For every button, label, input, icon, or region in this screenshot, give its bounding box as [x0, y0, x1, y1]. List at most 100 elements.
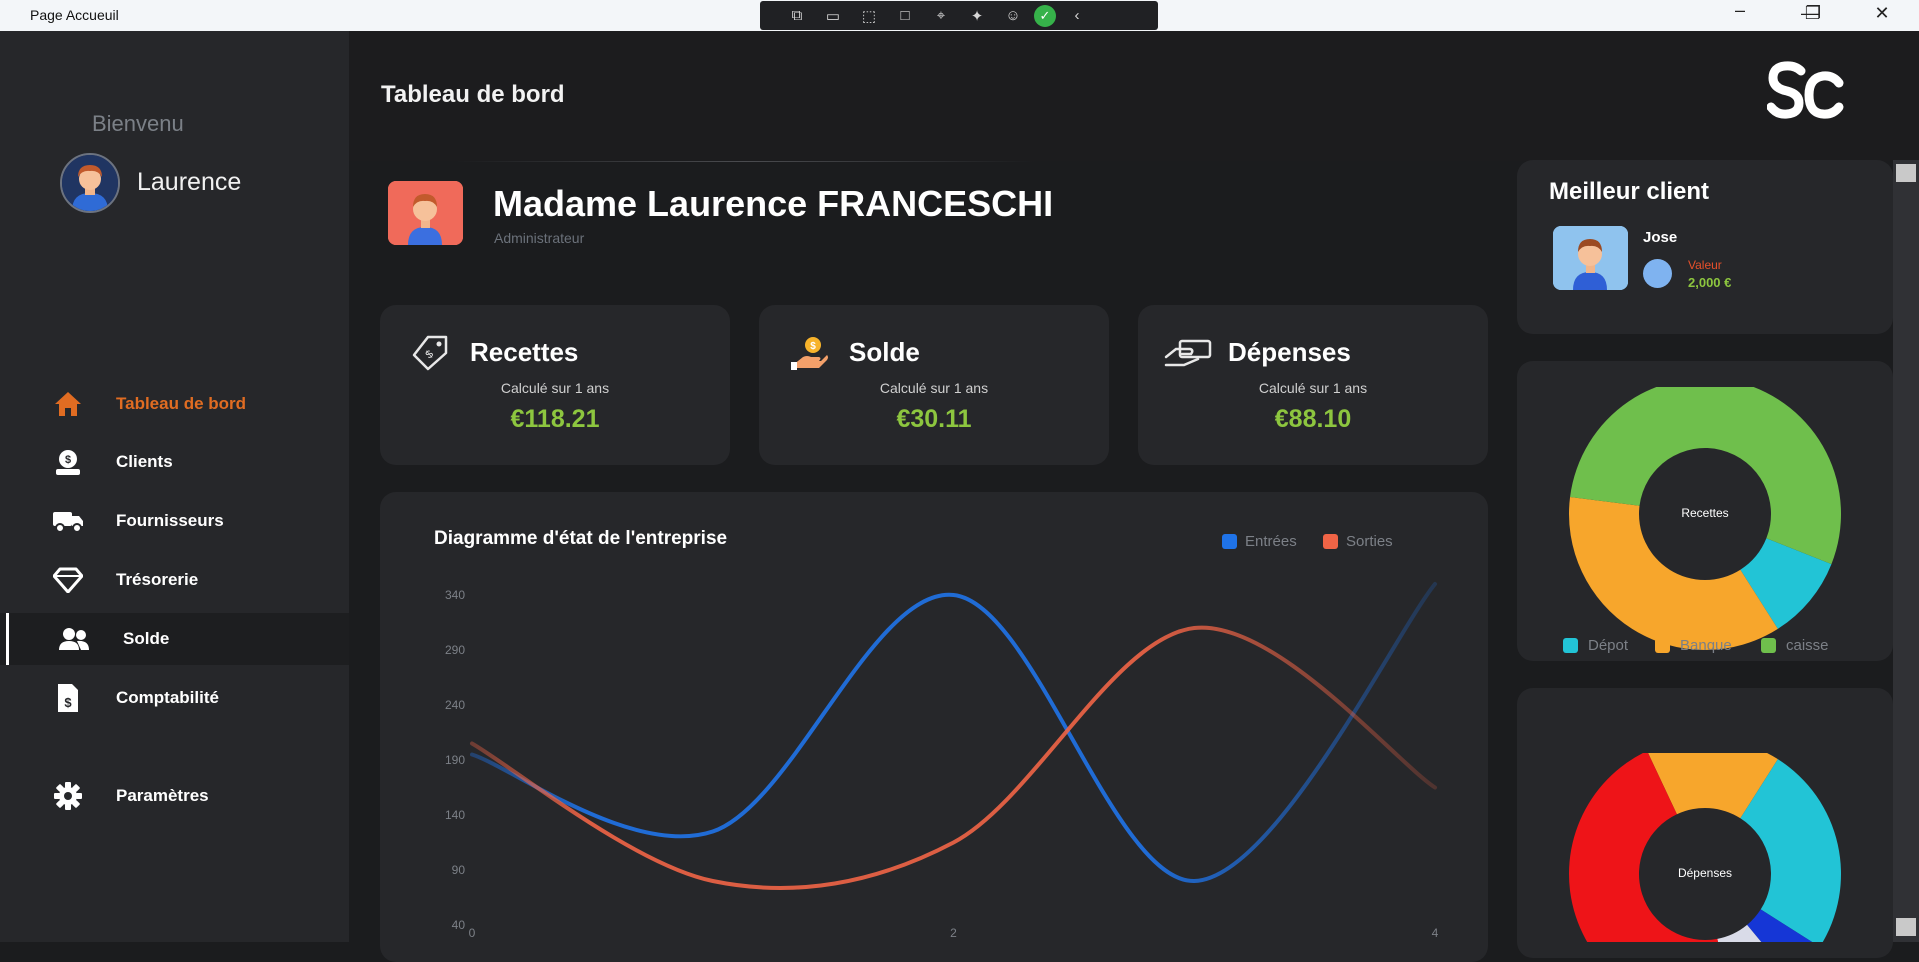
legend-label: Entrées: [1245, 533, 1297, 550]
profile-role: Administrateur: [494, 230, 585, 246]
legend-swatch: [1222, 534, 1237, 549]
svg-text:$: $: [65, 454, 71, 466]
legend-label: Dépot: [1588, 637, 1629, 654]
sidebar-item-comptabilite[interactable]: $ Comptabilité: [0, 672, 349, 724]
best-client-title: Meilleur client: [1549, 178, 1710, 205]
y-tick-label: 190: [445, 753, 465, 767]
stat-title: Solde: [849, 337, 920, 367]
hot-reload-icon[interactable]: ✦: [962, 7, 992, 25]
display-layout-icon[interactable]: □: [890, 7, 920, 24]
depenses-donut-chart: [1569, 753, 1841, 942]
stat-value: €118.21: [510, 405, 600, 433]
best-client-value: 2,000 €: [1688, 275, 1732, 290]
track-focus-icon[interactable]: ⌖: [926, 7, 956, 24]
stat-value: €88.10: [1274, 405, 1352, 433]
best-client-avatar: [1553, 226, 1628, 290]
stat-card-depenses: Dépenses Calculé sur 1 ans €88.10: [1138, 305, 1488, 465]
status-dot: [1643, 259, 1672, 288]
legend-label: Banque: [1680, 637, 1732, 654]
hot-reload-ok-icon[interactable]: ✓: [1034, 4, 1056, 27]
svg-text:$: $: [423, 348, 435, 361]
legend-swatch: [1323, 534, 1338, 549]
y-tick-label: 290: [445, 643, 465, 657]
donut-center-label: Dépenses: [1677, 866, 1733, 880]
legend-label: Sorties: [1346, 533, 1393, 550]
home-icon: [52, 388, 84, 420]
hand-coin-icon: $: [789, 335, 829, 371]
legend-item-banque[interactable]: Banque: [1655, 637, 1732, 654]
scroll-up-button[interactable]: [1896, 164, 1916, 182]
maximize-button[interactable]: ❐: [1793, 3, 1833, 24]
sidebar-item-tableau-de-bord[interactable]: Tableau de bord: [0, 378, 349, 430]
best-client-name: Jose: [1643, 229, 1678, 246]
window-title-bar: Page Accueuil ⧉ ▭ ⬚ □ ⌖ ✦ ☺ ✓ ‹ —: [0, 0, 1919, 31]
minimize-window-button[interactable]: –: [1720, 0, 1760, 21]
legend-label: caisse: [1786, 637, 1829, 654]
y-tick-label: 90: [452, 863, 466, 877]
y-tick-label: 40: [452, 918, 466, 932]
header-separator: [455, 161, 1035, 162]
scrollbar[interactable]: [1893, 160, 1919, 942]
donut-center-label: Recettes: [1681, 506, 1729, 520]
chart-title: Diagramme d'état de l'entreprise: [434, 528, 728, 549]
sidebar-item-label: Fournisseurs: [116, 511, 224, 530]
profile-name: Madame Laurence FRANCESCHI: [493, 183, 1054, 224]
series-line-0: [470, 582, 1437, 884]
legend-item-caisse[interactable]: caisse: [1761, 637, 1829, 654]
accessibility-icon[interactable]: ☺: [998, 7, 1028, 24]
stat-card-solde: $ Solde Calculé sur 1 ans €30.11: [759, 305, 1109, 465]
logo: [1766, 61, 1847, 130]
legend-item-entrees[interactable]: Entrées: [1222, 533, 1297, 550]
legend-swatch: [1655, 638, 1670, 653]
sidebar-item-clients[interactable]: $ Clients: [0, 436, 349, 488]
sidebar-item-parametres[interactable]: Paramètres: [0, 770, 349, 822]
sidebar-item-solde[interactable]: Solde: [0, 613, 349, 665]
stat-subtitle: Calculé sur 1 ans: [879, 380, 989, 396]
profile-avatar: [388, 181, 463, 245]
x-tick-label: 4: [1432, 926, 1439, 940]
price-tag-icon: $: [410, 335, 450, 371]
camera-icon[interactable]: ▭: [818, 7, 848, 25]
page-title: Tableau de bord: [381, 81, 565, 108]
legend-swatch: [1761, 638, 1776, 653]
stat-title: Dépenses: [1228, 337, 1351, 367]
y-tick-label: 240: [445, 698, 465, 712]
select-element-icon[interactable]: ⬚: [854, 7, 884, 25]
stat-value: €30.11: [896, 405, 972, 433]
users-icon: [58, 623, 90, 655]
diamond-icon: [52, 564, 84, 596]
x-tick-label: 2: [950, 926, 957, 940]
sidebar-item-label: Clients: [116, 452, 173, 471]
stat-subtitle: Calculé sur 1 ans: [1258, 380, 1368, 396]
sidebar-item-label: Tableau de bord: [116, 394, 247, 413]
series-line-1: [470, 625, 1437, 890]
sidebar-item-tresorerie[interactable]: Trésorerie: [0, 554, 349, 606]
sidebar-item-fournisseurs[interactable]: Fournisseurs: [0, 495, 349, 547]
close-button[interactable]: ✕: [1862, 3, 1902, 24]
y-tick-label: 340: [445, 588, 465, 602]
y-tick-label: 140: [445, 808, 465, 822]
stat-title: Recettes: [470, 337, 579, 367]
sidebar-item-label: Trésorerie: [116, 570, 199, 589]
svg-text:$: $: [810, 341, 816, 352]
gear-icon: [52, 780, 84, 812]
collapse-chevron-icon[interactable]: ‹: [1062, 7, 1092, 24]
money-bag-icon: $: [52, 446, 84, 478]
sidebar-item-label: Paramètres: [116, 786, 209, 805]
stat-subtitle: Calculé sur 1 ans: [500, 380, 610, 396]
live-tree-icon[interactable]: ⧉: [782, 7, 812, 24]
recettes-donut-chart: [1569, 387, 1841, 650]
legend-item-sorties[interactable]: Sorties: [1323, 533, 1393, 550]
legend-item-depot[interactable]: Dépot: [1563, 637, 1628, 654]
best-client-value-label: Valeur: [1688, 258, 1722, 272]
welcome-text: Bienvenu: [92, 111, 184, 136]
stat-card-recettes: $ Recettes Calculé sur 1 ans €118.21: [380, 305, 730, 465]
scroll-down-button[interactable]: [1896, 918, 1916, 936]
debug-toolbar: ⧉ ▭ ⬚ □ ⌖ ✦ ☺ ✓ ‹: [760, 1, 1158, 30]
invoice-icon: $: [52, 682, 84, 714]
legend-swatch: [1563, 638, 1578, 653]
sidebar-item-label: Solde: [123, 629, 170, 648]
truck-icon: [52, 505, 84, 537]
window-title: Page Accueuil: [30, 7, 119, 23]
header: Tableau de bord: [349, 31, 1919, 161]
